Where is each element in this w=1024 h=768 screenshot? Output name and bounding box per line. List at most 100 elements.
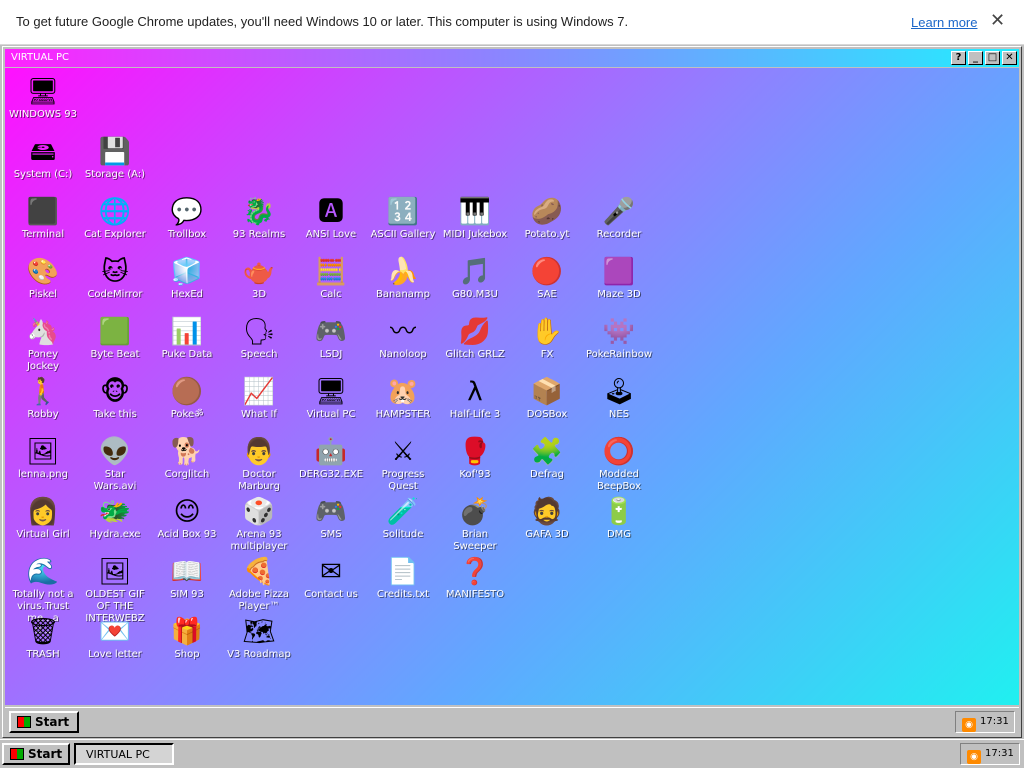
- desktop-icon[interactable]: 🎮 LSDJ: [295, 316, 367, 361]
- desktop-icon[interactable]: 📄 Credits.txt: [367, 556, 439, 601]
- taskbar-window-virtual-pc[interactable]: VIRTUAL PC: [74, 743, 174, 765]
- desktop-icon-label: GAFA 3D: [525, 529, 569, 540]
- desktop-icon[interactable]: 🧪 Solitude: [367, 496, 439, 541]
- hand-cursor-icon: ✋: [530, 317, 564, 347]
- desktop-icon[interactable]: 🌐 Cat Explorer: [79, 196, 151, 241]
- desktop-icon[interactable]: 🤖 DERG32.EXE: [295, 436, 367, 481]
- window-titlebar[interactable]: VIRTUAL PC ? _ □ ✕: [5, 49, 1019, 67]
- ascii-icon: 🔢: [386, 197, 420, 227]
- doctor-icon: 👨: [242, 437, 276, 467]
- teapot-icon: 🫖: [242, 257, 276, 287]
- desktop-icon[interactable]: 🎤 Recorder: [583, 196, 655, 241]
- desktop-icon[interactable]: 💬 Trollbox: [151, 196, 223, 241]
- desktop-icon[interactable]: 💣 Brian Sweeper: [439, 496, 511, 553]
- desktop-icon-label: Potato.yt: [524, 229, 570, 240]
- close-button[interactable]: ✕: [1002, 51, 1017, 65]
- desktop-icon[interactable]: 🐵 Take this: [79, 376, 151, 421]
- desktop-icon-label: Virtual PC: [306, 409, 356, 420]
- desktop-icon[interactable]: 🔋 DMG: [583, 496, 655, 541]
- bottle-icon: 🧪: [386, 497, 420, 527]
- outer-start-button[interactable]: Start: [2, 743, 70, 765]
- doomguy-icon: 🧔: [530, 497, 564, 527]
- desktop-icon[interactable]: 🐲 Hydra.exe: [79, 496, 151, 541]
- desktop-icon[interactable]: 🗺 V3 Roadmap: [223, 616, 295, 661]
- desktop-icon[interactable]: 🐉 93 Realms: [223, 196, 295, 241]
- rss-icon[interactable]: ◉: [967, 750, 981, 764]
- desktop-icon[interactable]: 🎹 MIDI Jukebox: [439, 196, 511, 241]
- desktop-icon[interactable]: 💾 Storage (A:): [79, 136, 151, 181]
- desktop-icon[interactable]: 🔴 SAE: [511, 256, 583, 301]
- desktop-icon[interactable]: 🥔 Potato.yt: [511, 196, 583, 241]
- desktop-icon[interactable]: 👨 Doctor Marburg: [223, 436, 295, 493]
- desktop-icon[interactable]: ⚔ Progress Quest: [367, 436, 439, 493]
- desktop-icon[interactable]: 🟪 Maze 3D: [583, 256, 655, 301]
- desktop-icon[interactable]: 🎲 Arena 93 multiplayer: [223, 496, 295, 553]
- desktop-icon[interactable]: 🎵 G80.M3U: [439, 256, 511, 301]
- inner-start-button[interactable]: Start: [9, 711, 79, 733]
- desktop-icon[interactable]: 🧊 HexEd: [151, 256, 223, 301]
- desktop-icon[interactable]: 🧔 GAFA 3D: [511, 496, 583, 541]
- desktop-icon[interactable]: 🧮 Calc: [295, 256, 367, 301]
- desktop-icon[interactable]: ⭕ Modded BeepBox: [583, 436, 655, 493]
- desktop-icon[interactable]: ✉ Contact us: [295, 556, 367, 601]
- desktop-icon[interactable]: 🟩 Byte Beat: [79, 316, 151, 361]
- desktop-icon[interactable]: 〰 Nanoloop: [367, 316, 439, 361]
- desktop-icon[interactable]: 🍌 Bananamp: [367, 256, 439, 301]
- desktop-icon[interactable]: 👩 Virtual Girl: [7, 496, 79, 541]
- desktop-icon[interactable]: 👽 Star Wars.avi: [79, 436, 151, 493]
- desktop-icon[interactable]: 🎮 SMS: [295, 496, 367, 541]
- desktop-icon[interactable]: 🅰 ANSI Love: [295, 196, 367, 241]
- desktop-icon-label: Virtual Girl: [16, 529, 70, 540]
- desktop-icon[interactable]: 🗑 TRASH: [7, 616, 79, 661]
- desktop-icon[interactable]: 🟤 Pokeॐ: [151, 376, 223, 421]
- rss-icon[interactable]: ◉: [962, 718, 976, 732]
- desktop-icon[interactable]: 🖼 OLDEST GIF OF THE INTERWEBZ: [79, 556, 151, 625]
- close-icon[interactable]: ✕: [990, 10, 1005, 31]
- desktop-icon[interactable]: 👾 PokeRainbow: [583, 316, 655, 361]
- desktop-icon[interactable]: 🖼 lenna.png: [7, 436, 79, 481]
- desktop-icon-label: Nanoloop: [379, 349, 427, 360]
- desktop-icon[interactable]: 🦄 Poney Jockey: [7, 316, 79, 373]
- desktop-icon[interactable]: 🖥 Virtual PC: [295, 376, 367, 421]
- desktop-icon[interactable]: 🍕 Adobe Pizza Player™: [223, 556, 295, 613]
- desktop-icon[interactable]: 🫖 3D: [223, 256, 295, 301]
- desktop-icon-label: 3D: [251, 289, 267, 300]
- desktop-icon[interactable]: 📈 What If: [223, 376, 295, 421]
- smiley-icon: 😊: [173, 497, 201, 527]
- pokemon-icon: 👾: [602, 317, 636, 347]
- desktop-icon[interactable]: 🎁 Shop: [151, 616, 223, 661]
- desktop-icon-label: SAE: [537, 289, 557, 300]
- desktop-icon[interactable]: 🐹 HAMPSTER: [367, 376, 439, 421]
- desktop-icon[interactable]: 🐕 Corglitch: [151, 436, 223, 481]
- desktop-icon[interactable]: ⬛ Terminal: [7, 196, 79, 241]
- learn-more-link[interactable]: Learn more: [911, 15, 977, 30]
- desktop-icon-label: Brian Sweeper: [453, 529, 497, 552]
- desktop-icon[interactable]: 🖴 System (C:): [7, 136, 79, 181]
- desktop-icon[interactable]: 🧩 Defrag: [511, 436, 583, 481]
- desktop-icon-label: Modded BeepBox: [596, 469, 642, 492]
- desktop-icon[interactable]: 🖥 WINDOWS 93: [7, 76, 79, 121]
- desktop-icon[interactable]: 💋 Glitch GRLZ: [439, 316, 511, 361]
- desktop-icon[interactable]: 🎨 Piskel: [7, 256, 79, 301]
- desktop-icon[interactable]: 🗣 Speech: [223, 316, 295, 361]
- desktop-icon[interactable]: 🔢 ASCII Gallery: [367, 196, 439, 241]
- help-button[interactable]: ?: [951, 51, 966, 65]
- desktop-icon[interactable]: λ Half-Life 3: [439, 376, 511, 421]
- microphone-icon: 🎤: [602, 197, 636, 227]
- desktop-icon[interactable]: 🕹 NES: [583, 376, 655, 421]
- minimize-button[interactable]: _: [968, 51, 983, 65]
- desktop-icon[interactable]: 💌 Love letter: [79, 616, 151, 661]
- maximize-button[interactable]: □: [985, 51, 1000, 65]
- desktop-icon[interactable]: ❓ MANIFESTO: [439, 556, 511, 601]
- desktop-icon[interactable]: 📊 Puke Data: [151, 316, 223, 361]
- desktop-icon[interactable]: 📖 SIM 93: [151, 556, 223, 601]
- hydra-icon: 🐲: [98, 497, 132, 527]
- desktop-icon[interactable]: 🚶 Robby: [7, 376, 79, 421]
- desktop-icon[interactable]: 🐱 CodeMirror: [79, 256, 151, 301]
- lips-icon: 💋: [458, 317, 492, 347]
- desktop-icon[interactable]: 📦 DOSBox: [511, 376, 583, 421]
- desktop-icon-label: Piskel: [28, 289, 58, 300]
- desktop-icon[interactable]: 😊 Acid Box 93: [151, 496, 223, 541]
- desktop-icon[interactable]: ✋ FX: [511, 316, 583, 361]
- desktop-icon[interactable]: 🥊 Kof'93: [439, 436, 511, 481]
